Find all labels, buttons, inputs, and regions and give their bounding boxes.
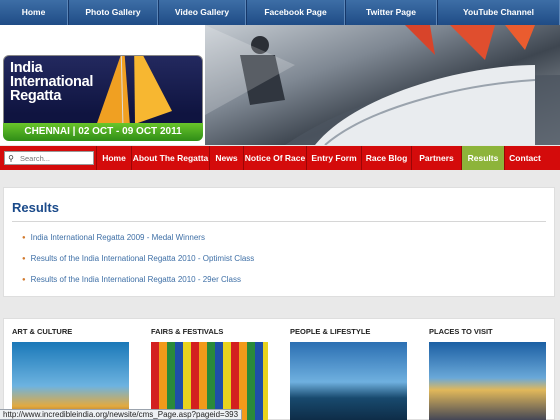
sailboat-photo-art [205,25,560,145]
category-fairs-festivals[interactable]: FAIRS & FESTIVALS [151,327,268,420]
nav-results[interactable]: Results [461,146,504,170]
list-item[interactable]: ● Results of the India International Rega… [22,254,254,263]
nav-partners[interactable]: Partners [411,146,461,170]
topnav-twitter-page[interactable]: Twitter Page [345,0,437,25]
topnav-facebook-page[interactable]: Facebook Page [246,0,345,25]
nav-about-the-regatta[interactable]: About The Regatta [131,146,209,170]
logo-dates: CHENNAI | 02 OCT - 09 OCT 2011 [3,123,203,141]
places-to-visit-image[interactable] [429,342,546,420]
logo-title: India International Regatta [10,60,94,104]
category-art-culture[interactable]: ART & CULTURE [12,327,129,420]
search-input[interactable] [20,153,90,163]
result-link[interactable]: India International Regatta 2009 - Medal… [31,233,205,242]
results-list: ● India International Regatta 2009 - Meda… [22,233,254,296]
nav-contact[interactable]: Contact [504,146,545,170]
main-nav: ⚲ Home About The Regatta News Notice Of … [0,146,560,170]
nav-race-blog[interactable]: Race Blog [361,146,411,170]
banner: India International Regatta CHENNAI | 02… [0,25,560,145]
topnav-youtube-channel[interactable]: YouTube Channel [437,0,560,25]
category-label: PEOPLE & LIFESTYLE [290,327,371,336]
search-box: ⚲ [4,151,94,165]
nav-news[interactable]: News [209,146,243,170]
result-link[interactable]: Results of the India International Regat… [31,254,255,263]
bullet-icon: ● [22,255,26,262]
category-places-to-visit[interactable]: PLACES TO VISIT [429,327,546,420]
bullet-icon: ● [22,276,26,283]
search-icon[interactable]: ⚲ [5,154,17,163]
page-title: Results [12,200,59,215]
nav-entry-form[interactable]: Entry Form [306,146,361,170]
regatta-logo[interactable]: India International Regatta CHENNAI | 02… [0,25,205,145]
people-lifestyle-image[interactable] [290,342,407,420]
nav-home[interactable]: Home [96,146,131,170]
list-item[interactable]: ● Results of the India International Rega… [22,275,254,284]
category-people-lifestyle[interactable]: PEOPLE & LIFESTYLE [290,327,407,420]
category-label: PLACES TO VISIT [429,327,493,336]
status-bar: http://www.incredibleindia.org/newsite/c… [0,409,243,420]
divider [12,221,546,222]
list-item[interactable]: ● India International Regatta 2009 - Meda… [22,233,254,242]
categories-section: ART & CULTURE FAIRS & FESTIVALS PEOPLE &… [3,318,555,420]
top-nav: Home Photo Gallery Video Gallery Faceboo… [0,0,560,25]
result-link[interactable]: Results of the India International Regat… [31,275,241,284]
topnav-photo-gallery[interactable]: Photo Gallery [68,0,158,25]
bullet-icon: ● [22,234,26,241]
sailing-photo [205,25,560,145]
topnav-home[interactable]: Home [0,0,68,25]
topnav-video-gallery[interactable]: Video Gallery [158,0,246,25]
nav-notice-of-race[interactable]: Notice Of Race [243,146,306,170]
category-label: ART & CULTURE [12,327,73,336]
results-panel: Results ● India International Regatta 200… [3,187,555,297]
category-label: FAIRS & FESTIVALS [151,327,224,336]
